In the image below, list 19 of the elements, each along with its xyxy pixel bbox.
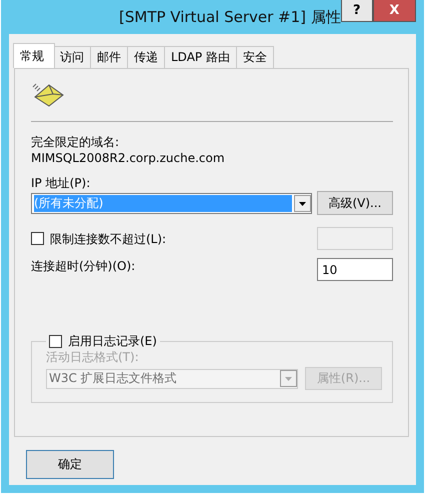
enable-logging-label: 启用日志记录(E): [68, 333, 157, 349]
window-title: [SMTP Virtual Server #1] 属性: [118, 7, 341, 27]
log-format-dropdown[interactable]: W3C 扩展日志文件格式: [46, 368, 298, 388]
help-button[interactable]: ?: [340, 0, 373, 22]
fqdn-label: 完全限定的域名:: [31, 134, 120, 150]
fqdn-value: MIMSQL2008R2.corp.zuche.com: [31, 150, 225, 166]
ok-button[interactable]: 确定: [26, 450, 114, 479]
envelope-icon: [31, 81, 65, 107]
ip-address-label: IP 地址(P):: [31, 175, 90, 191]
tab[interactable]: 安全: [236, 46, 274, 68]
limit-connections-label: 限制连接数不超过(L):: [50, 230, 166, 246]
close-button[interactable]: X: [372, 0, 416, 22]
checkbox[interactable]: [49, 334, 62, 348]
timeout-field[interactable]: 10: [317, 258, 393, 281]
timeout-label: 连接超时(分钟)(O):: [31, 258, 136, 274]
tab[interactable]: 常规: [13, 43, 55, 68]
advanced-button[interactable]: 高级(V)...: [317, 191, 393, 215]
log-format-label: 活动日志格式(T):: [46, 349, 139, 365]
checkbox[interactable]: [31, 232, 44, 245]
